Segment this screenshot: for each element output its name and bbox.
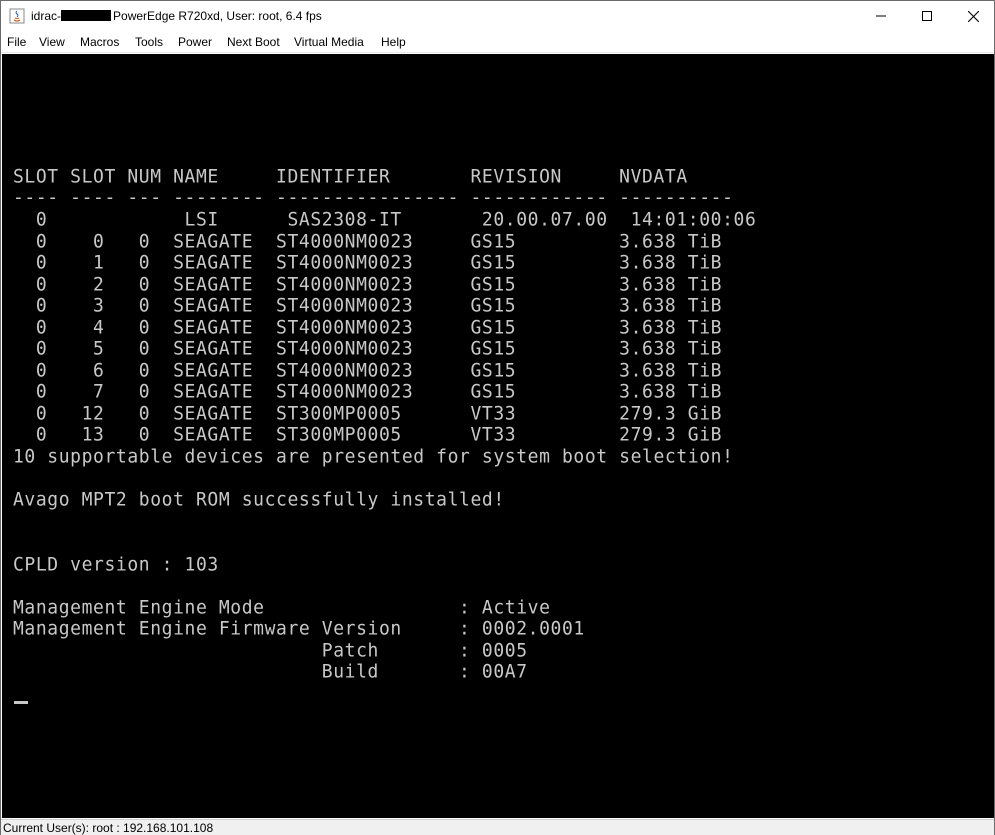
window-title: idrac- PowerEdge R720xd, User: root, 6.4 … [31,9,322,23]
console-line: 0 LSI SAS2308-IT 20.00.07.00 14:01:00:06 [13,209,757,231]
text-cursor [14,701,28,704]
menu-macros[interactable]: Macros [80,35,119,49]
console-line: Build : 00A7 [13,661,528,683]
current-users-status: Current User(s): root : 192.168.101.108 [3,821,214,835]
console-line: 0 4 0 SEAGATE ST4000NM0023 GS15 3.638 Ti… [13,317,723,339]
menu-help[interactable]: Help [381,35,406,49]
console-line: 0 5 0 SEAGATE ST4000NM0023 GS15 3.638 Ti… [13,338,723,360]
minimize-icon [876,15,886,17]
maximize-button[interactable] [904,1,950,31]
maximize-icon [922,11,932,21]
menu-bar: File View Macros Tools Power Next Boot V… [1,31,994,53]
menu-virtual-media[interactable]: Virtual Media [294,35,364,49]
console-line: 10 supportable devices are presented for… [13,446,734,468]
menu-file[interactable]: File [7,35,26,49]
console-line: 0 6 0 SEAGATE ST4000NM0023 GS15 3.638 Ti… [13,360,723,382]
remote-console-screen[interactable]: SLOT SLOT NUM NAME IDENTIFIER REVISION N… [2,54,994,818]
console-line: 0 12 0 SEAGATE ST300MP0005 VT33 279.3 Gi… [13,403,723,425]
console-line: Management Engine Mode : Active [13,597,551,619]
console-line: 0 13 0 SEAGATE ST300MP0005 VT33 279.3 Gi… [13,424,723,446]
status-bar: Current User(s): root : 192.168.101.108 [1,819,994,835]
idrac-console-window: idrac- PowerEdge R720xd, User: root, 6.4 … [0,0,995,835]
console-line: 0 1 0 SEAGATE ST4000NM0023 GS15 3.638 Ti… [13,252,723,274]
redacted-hostname [61,10,112,21]
console-header-line: SLOT SLOT NUM NAME IDENTIFIER REVISION N… [13,166,688,188]
java-app-icon [9,8,25,24]
title-suffix: PowerEdge R720xd, User: root, 6.4 fps [113,9,322,23]
console-separator-line: ---- ---- --- -------- ---------------- … [13,187,734,209]
title-prefix: idrac- [31,9,62,23]
minimize-button[interactable] [858,1,904,31]
menu-power[interactable]: Power [178,35,212,49]
console-line: Patch : 0005 [13,640,528,662]
console-line: 0 7 0 SEAGATE ST4000NM0023 GS15 3.638 Ti… [13,381,723,403]
menu-next-boot[interactable]: Next Boot [227,35,280,49]
title-bar[interactable]: idrac- PowerEdge R720xd, User: root, 6.4 … [1,1,994,31]
menu-tools[interactable]: Tools [135,35,163,49]
menu-view[interactable]: View [39,35,65,49]
console-line: 0 3 0 SEAGATE ST4000NM0023 GS15 3.638 Ti… [13,295,723,317]
console-line: 0 2 0 SEAGATE ST4000NM0023 GS15 3.638 Ti… [13,274,723,296]
close-button[interactable] [950,1,995,31]
console-line: Avago MPT2 boot ROM successfully install… [13,489,505,511]
close-icon [967,10,979,22]
console-line: Management Engine Firmware Version : 000… [13,618,585,640]
console-line: CPLD version : 103 [13,554,219,576]
console-line: 0 0 0 SEAGATE ST4000NM0023 GS15 3.638 Ti… [13,231,723,253]
